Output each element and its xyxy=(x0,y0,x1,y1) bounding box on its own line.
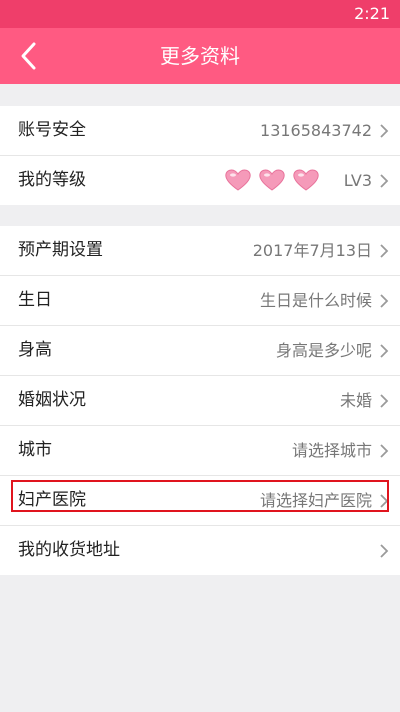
chevron-right-icon xyxy=(380,344,389,358)
city-value: 请选择城市 xyxy=(291,441,372,460)
row-city[interactable]: 城市 请选择城市 xyxy=(0,426,400,476)
account-security-label: 账号安全 xyxy=(18,120,86,140)
highlight-box xyxy=(11,480,389,512)
row-shipping-address[interactable]: 我的收货地址 xyxy=(0,526,400,575)
status-time: 2:21 xyxy=(354,4,390,23)
row-account-security[interactable]: 账号安全 13165843742 xyxy=(0,106,400,156)
status-bar: 2:21 xyxy=(0,0,400,28)
row-birthday[interactable]: 生日 生日是什么时候 xyxy=(0,276,400,326)
heart-icon xyxy=(225,169,251,191)
chevron-right-icon xyxy=(380,124,389,138)
account-security-value: 13165843742 xyxy=(260,121,372,140)
chevron-right-icon xyxy=(380,244,389,258)
profile-group: 预产期设置 2017年7月13日 生日 生日是什么时候 身高 身高是多少呢 婚姻… xyxy=(0,226,400,575)
chevron-right-icon xyxy=(380,294,389,308)
row-height[interactable]: 身高 身高是多少呢 xyxy=(0,326,400,376)
account-group: 账号安全 13165843742 我的等级 LV3 xyxy=(0,106,400,205)
level-hearts xyxy=(224,168,320,194)
heart-icon xyxy=(293,169,319,191)
app-header: 更多资料 xyxy=(0,28,400,84)
birthday-value: 生日是什么时候 xyxy=(259,291,372,310)
my-level-label: 我的等级 xyxy=(18,170,86,190)
due-date-label: 预产期设置 xyxy=(18,240,103,260)
due-date-value: 2017年7月13日 xyxy=(252,241,372,260)
row-marital-status[interactable]: 婚姻状况 未婚 xyxy=(0,376,400,426)
marital-status-label: 婚姻状况 xyxy=(18,390,86,410)
row-due-date[interactable]: 预产期设置 2017年7月13日 xyxy=(0,226,400,276)
city-label: 城市 xyxy=(18,440,52,460)
chevron-right-icon xyxy=(380,174,389,188)
marital-status-value: 未婚 xyxy=(339,391,372,410)
chevron-right-icon xyxy=(380,444,389,458)
my-level-value: LV3 xyxy=(343,171,372,190)
height-value: 身高是多少呢 xyxy=(275,341,372,360)
row-my-level[interactable]: 我的等级 LV3 xyxy=(0,156,400,205)
height-label: 身高 xyxy=(18,340,52,360)
chevron-right-icon xyxy=(380,544,389,558)
shipping-address-label: 我的收货地址 xyxy=(18,540,120,560)
chevron-right-icon xyxy=(380,394,389,408)
heart-icon xyxy=(259,169,285,191)
birthday-label: 生日 xyxy=(18,290,52,310)
page-title: 更多资料 xyxy=(160,44,240,68)
